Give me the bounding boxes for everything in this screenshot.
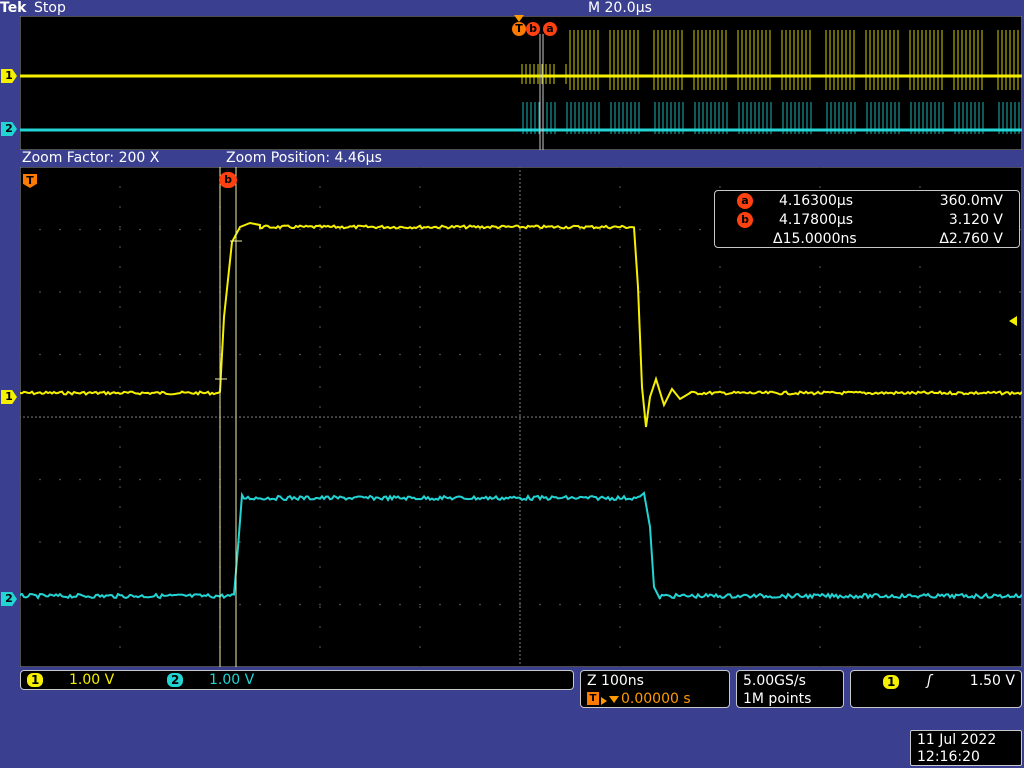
main-cursor-b-tag[interactable]: b <box>219 172 237 188</box>
timebase-readout: M 20.0μs <box>588 0 652 16</box>
readout-b-tag: b <box>737 212 753 228</box>
ch1-ground-marker[interactable]: 1 <box>1 390 17 404</box>
arrow-right-icon <box>601 697 607 705</box>
cursor-readout-box: a 4.16300μs 360.0mV b 4.17800μs 3.120 V … <box>714 190 1020 248</box>
ch1-scale[interactable]: 1.00 V <box>69 672 114 688</box>
datetime-box: 11 Jul 2022 12:16:20 <box>910 730 1022 766</box>
ch1-badge[interactable]: 1 <box>27 673 44 687</box>
trigger-level: 1.50 V <box>969 673 1015 689</box>
trigger-delay-value: 0.00000 s <box>621 691 691 707</box>
time-readout: 12:16:20 <box>917 749 980 765</box>
run-state: Stop <box>34 0 66 16</box>
zoom-position: Zoom Position: 4.46μs <box>226 150 382 166</box>
readout-delta-time: Δ15.0000ns <box>773 231 857 247</box>
trigger-down-icon <box>609 696 619 703</box>
trigger-delay-icon: T <box>587 692 599 705</box>
readout-b-time: 4.17800μs <box>779 212 854 228</box>
readout-b-value: 3.120 V <box>948 212 1003 228</box>
acquisition-box[interactable]: 5.00GS/s 1M points <box>736 670 844 708</box>
zoom-scale-label: Z 100ns <box>587 673 644 689</box>
ch2-badge[interactable]: 2 <box>167 673 184 687</box>
readout-a-time: 4.16300μs <box>779 193 854 209</box>
trigger-source-badge: 1 <box>883 675 900 689</box>
zoom-factor: Zoom Factor: 200 X <box>22 150 160 166</box>
record-length: 1M points <box>743 691 812 707</box>
ch2-scale[interactable]: 1.00 V <box>209 672 254 688</box>
rising-edge-icon: ʃ <box>927 673 932 689</box>
date-readout: 11 Jul 2022 <box>917 732 997 748</box>
overview-trigger-pointer <box>514 15 524 22</box>
trigger-box[interactable]: 1 ʃ 1.50 V <box>850 670 1022 708</box>
ch2-ground-marker[interactable]: 2 <box>1 592 17 606</box>
overview-cursor-a-marker[interactable]: a <box>543 22 557 36</box>
overview-panel[interactable] <box>20 16 1022 150</box>
brand-logo: Tek <box>0 0 27 16</box>
overview-ch2-marker[interactable]: 2 <box>1 122 17 136</box>
overview-cursor-b-marker[interactable]: b <box>526 22 540 36</box>
overview-ch1-marker[interactable]: 1 <box>1 69 17 83</box>
trigger-level-arrow[interactable] <box>1009 316 1017 326</box>
zoom-scale-box[interactable]: Z 100ns T 0.00000 s <box>580 670 730 708</box>
readout-a-tag: a <box>737 193 753 209</box>
sample-rate: 5.00GS/s <box>743 673 806 689</box>
channel-scale-bar[interactable]: 1 1.00 V 2 1.00 V <box>20 670 574 690</box>
overview-trigger-marker[interactable]: T <box>512 22 526 36</box>
readout-delta-value: Δ2.760 V <box>939 231 1003 247</box>
readout-a-value: 360.0mV <box>939 193 1003 209</box>
